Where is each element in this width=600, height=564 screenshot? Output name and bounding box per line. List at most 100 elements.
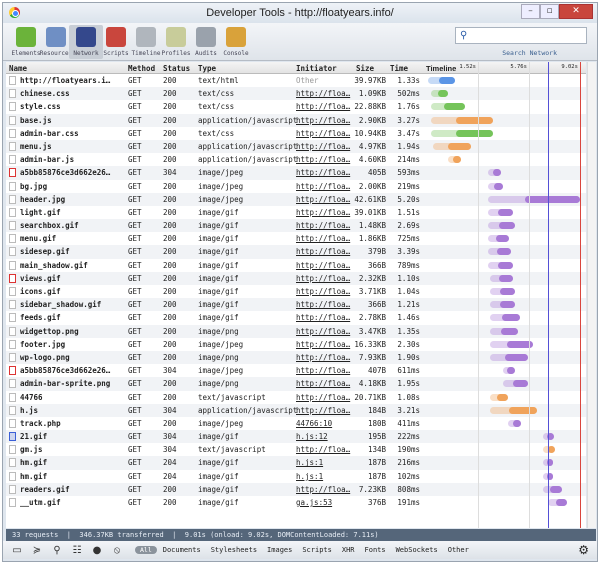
col-type[interactable]: Type [198,64,216,73]
request-row[interactable]: wp-logo.png GET 200 image/png http://flo… [6,350,586,365]
tool-elements[interactable]: Elements [9,25,43,59]
request-initiator[interactable]: http://floa… [296,102,352,111]
request-initiator[interactable]: http://floa… [296,445,352,454]
tool-profiles[interactable]: Profiles [159,25,193,59]
request-name[interactable]: views.gif [9,273,127,283]
request-name[interactable]: h.js [9,405,127,415]
request-row[interactable]: gm.js GET 304 text/javascript http://flo… [6,443,586,456]
col-timeline[interactable]: Timeline [426,64,456,73]
request-initiator[interactable]: h.js:12 [296,432,352,441]
request-row[interactable]: admin-bar.css GET 200 text/css http://fl… [6,127,586,140]
request-initiator[interactable]: 44766:10 [296,419,352,428]
request-name[interactable]: chinese.css [9,89,127,99]
close-button[interactable]: ✕ [559,4,593,19]
request-row[interactable]: sidebar_shadow.gif GET 200 image/gif htt… [6,298,586,312]
request-initiator[interactable]: http://floa… [296,287,352,296]
request-row[interactable]: views.gif GET 200 image/gif http://floa…… [6,271,586,285]
request-initiator[interactable]: h.js:1 [296,472,352,481]
request-name[interactable]: 21.gif [9,432,127,442]
request-initiator[interactable]: http://floa… [296,353,352,362]
console-drawer-icon[interactable]: ≽ [29,545,45,556]
filter-xhr[interactable]: XHR [342,546,355,554]
request-name[interactable]: admin-bar.css [9,128,127,138]
filter-other[interactable]: Other [448,546,469,554]
request-name[interactable]: main_shadow.gif [9,260,127,270]
request-name[interactable]: hm.gif [9,458,127,468]
col-name[interactable]: Name [9,64,27,73]
request-initiator[interactable]: http://floa… [296,366,352,375]
request-row[interactable]: feeds.gif GET 200 image/gif http://floa…… [6,311,586,324]
request-row[interactable]: admin-bar-sprite.png GET 200 image/png h… [6,377,586,391]
request-name[interactable]: style.css [9,102,127,112]
request-initiator[interactable]: http://floa… [296,195,352,204]
filter-images[interactable]: Images [267,546,292,554]
filter-all[interactable]: All [135,546,157,554]
request-row[interactable]: bg.jpg GET 200 image/jpeg http://floa… 2… [6,180,586,193]
tool-timeline[interactable]: Timeline [129,25,163,59]
col-size[interactable]: Size [356,64,374,73]
tool-network[interactable]: Network [69,25,103,59]
request-initiator[interactable]: http://floa… [296,142,352,151]
request-row[interactable]: http://floatyears.i… GET 200 text/html O… [6,74,586,87]
request-initiator[interactable]: http://floa… [296,168,352,177]
request-name[interactable]: base.js [9,115,127,125]
filter-scripts[interactable]: Scripts [302,546,332,554]
request-name[interactable]: a5bb85876ce3d662e26… [9,366,127,376]
inspect-icon[interactable]: ⚲ [49,545,65,556]
clear-icon[interactable]: ⦸ [109,545,125,556]
request-name[interactable]: readers.gif [9,484,127,494]
request-row[interactable]: footer.jpg GET 200 image/jpeg http://flo… [6,338,586,351]
request-initiator[interactable]: http://floa… [296,247,352,256]
col-initiator[interactable]: Initiator [296,64,337,73]
request-initiator[interactable]: http://floa… [296,182,352,191]
search-network-input[interactable]: ⚲ [455,27,587,44]
request-row[interactable]: readers.gif GET 200 image/gif http://flo… [6,482,586,496]
request-initiator[interactable]: http://floa… [296,406,352,415]
request-row[interactable]: track.php GET 200 image/jpeg 44766:10 18… [6,417,586,430]
request-row[interactable]: sidesep.gif GET 200 image/gif http://flo… [6,245,586,259]
request-name[interactable]: admin-bar.js [9,155,127,165]
filter-stylesheets[interactable]: Stylesheets [211,546,257,554]
filter-websockets[interactable]: WebSockets [396,546,438,554]
request-row[interactable]: icons.gif GET 200 image/gif http://floa…… [6,285,586,298]
request-name[interactable]: bg.jpg [9,181,127,191]
request-initiator[interactable]: http://floa… [296,313,352,322]
request-name[interactable]: http://floatyears.i… [9,76,127,85]
request-row[interactable]: widgettop.png GET 200 image/png http://f… [6,324,586,338]
request-row[interactable]: admin-bar.js GET 200 application/javascr… [6,153,586,166]
request-row[interactable]: hm.gif GET 204 image/gif h.js:1 187B 102… [6,470,586,483]
request-name[interactable]: wp-logo.png [9,352,127,362]
request-name[interactable]: sidesep.gif [9,247,127,257]
request-name[interactable]: feeds.gif [9,313,127,323]
scrollbar[interactable] [587,62,596,528]
request-initiator[interactable]: ga.js:53 [296,498,352,507]
settings-gear-icon[interactable]: ⚙ [578,543,589,557]
request-initiator[interactable]: http://floa… [296,300,352,309]
request-name[interactable]: admin-bar-sprite.png [9,379,127,389]
request-initiator[interactable]: http://floa… [296,221,352,230]
request-row[interactable]: h.js GET 304 application/javascript http… [6,403,586,417]
request-name[interactable]: header.jpg [9,194,127,204]
request-initiator[interactable]: http://floa… [296,485,352,494]
request-name[interactable]: footer.jpg [9,339,127,349]
request-initiator[interactable]: http://floa… [296,155,352,164]
request-row[interactable]: base.js GET 200 application/javascript h… [6,113,586,127]
request-initiator[interactable]: http://floa… [296,234,352,243]
request-name[interactable]: menu.js [9,141,127,151]
request-row[interactable]: a5bb85876ce3d662e26… GET 304 image/jpeg … [6,166,586,180]
request-name[interactable]: sidebar_shadow.gif [9,300,127,310]
request-initiator[interactable]: http://floa… [296,340,352,349]
col-time[interactable]: Time [390,64,408,73]
tool-resources[interactable]: Resources [39,25,73,59]
col-status[interactable]: Status [163,64,190,73]
request-row[interactable]: header.jpg GET 200 image/jpeg http://flo… [6,192,586,206]
dock-icon[interactable]: ▭ [9,545,25,556]
request-row[interactable]: style.css GET 200 text/css http://floa… … [6,100,586,113]
minimize-button[interactable]: – [521,4,540,19]
request-initiator[interactable]: http://floa… [296,208,352,217]
request-name[interactable]: hm.gif [9,471,127,481]
request-name[interactable]: track.php [9,418,127,428]
request-initiator[interactable]: h.js:1 [296,458,352,467]
col-method[interactable]: Method [128,64,155,73]
request-initiator[interactable]: http://floa… [296,379,352,388]
